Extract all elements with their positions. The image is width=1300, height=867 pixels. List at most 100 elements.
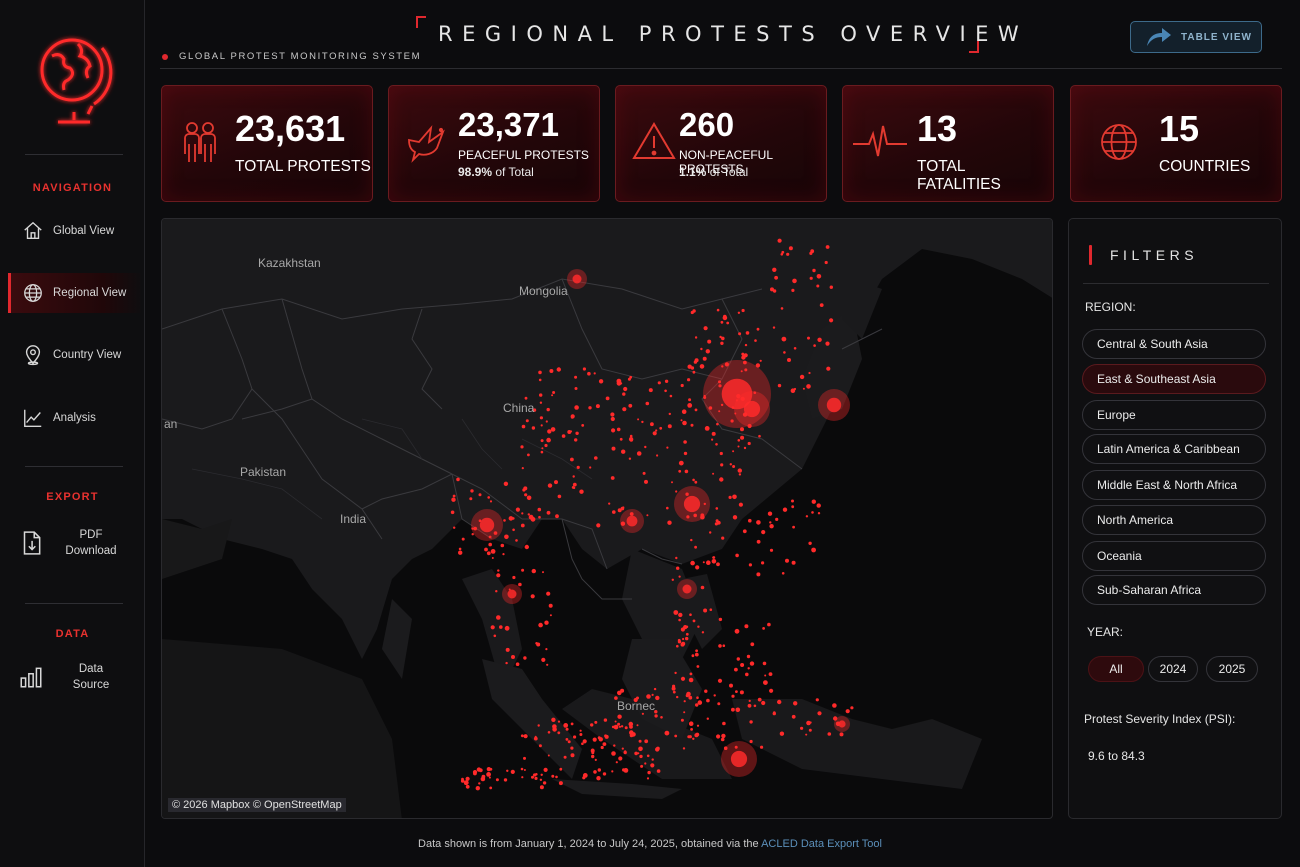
protest-point[interactable] [538,622,543,628]
nav-item-country-view[interactable]: Country View [8,335,143,375]
protest-point[interactable] [621,747,624,750]
protest-point[interactable] [604,734,608,738]
protest-point[interactable] [683,700,686,703]
protest-point[interactable] [591,751,595,755]
protest-point[interactable] [811,547,816,553]
protest-point[interactable] [737,439,741,442]
protest-point[interactable] [478,493,482,497]
map-attribution[interactable]: © 2026 Mapbox © OpenStreetMap [168,798,346,812]
protest-point[interactable] [692,737,695,740]
protest-point[interactable] [588,406,592,410]
protest-point[interactable] [839,732,844,737]
protest-point[interactable] [638,739,642,743]
protest-point[interactable] [614,720,617,723]
protest-point[interactable] [465,784,470,789]
protest-point[interactable] [592,737,597,742]
protest-point[interactable] [611,725,615,729]
protest-point[interactable] [769,524,774,529]
protest-point[interactable] [579,489,584,494]
protest-point[interactable] [689,613,692,616]
protest-point[interactable] [490,625,495,630]
protest-point[interactable] [622,768,626,772]
protest-point[interactable] [486,772,491,777]
protest-point[interactable] [695,703,699,707]
region-option-oceania[interactable]: Oceania [1082,541,1266,571]
protest-point[interactable] [629,725,633,729]
protest-point[interactable] [737,468,742,473]
protest-point[interactable] [690,560,695,566]
nav-item-global-view[interactable]: Global View [8,211,143,251]
protest-point[interactable] [616,427,621,432]
protest-point[interactable] [781,572,785,575]
protest-point[interactable] [617,690,622,696]
protest-point[interactable] [713,694,716,697]
protest-point[interactable] [623,750,627,755]
protest-point[interactable] [452,494,456,498]
protest-point[interactable] [535,642,538,645]
protest-point[interactable] [489,786,493,790]
protest-point[interactable] [629,438,634,442]
protest-point[interactable] [538,744,542,748]
protest-point[interactable] [579,729,582,732]
protest-point[interactable] [785,558,789,563]
protest-point[interactable] [611,428,616,433]
protest-point[interactable] [520,445,524,449]
protest-point[interactable] [499,625,503,629]
protest-point[interactable] [523,734,528,739]
protest-point[interactable] [636,451,642,456]
protest-point[interactable] [719,451,723,456]
protest-point[interactable] [829,318,834,323]
protest-point[interactable] [825,341,830,346]
protest-point[interactable] [574,438,578,442]
protest-point[interactable] [738,502,744,507]
protest-point[interactable] [676,644,679,648]
protest-point[interactable] [685,632,689,636]
protest-point[interactable] [742,529,747,534]
protest-point[interactable] [511,655,515,659]
protest-point[interactable] [775,517,779,521]
protest-point[interactable] [602,772,607,776]
protest-point[interactable] [676,695,679,699]
year-option-2024[interactable]: 2024 [1148,656,1198,682]
protest-point[interactable] [711,559,717,564]
protest-point[interactable] [811,511,814,514]
protest-point[interactable] [576,465,580,469]
protest-point[interactable] [503,481,509,486]
protest-point[interactable] [621,449,626,454]
protest-point[interactable] [718,644,722,648]
protest-point[interactable] [692,478,695,482]
protest-point[interactable] [651,758,654,761]
protest-point[interactable] [812,268,816,273]
protest-point[interactable] [540,424,543,427]
protest-point[interactable] [611,446,616,451]
protest-point[interactable] [453,526,456,529]
protest-point[interactable] [683,711,686,714]
protest-point[interactable] [674,734,678,738]
protest-point[interactable] [458,547,462,551]
protest-point[interactable] [555,775,558,779]
protest-point[interactable] [731,707,735,712]
protest-point[interactable] [720,341,724,345]
protest-point[interactable] [685,636,689,641]
protest-point[interactable] [450,510,455,515]
protest-point[interactable] [744,624,749,629]
protest-point[interactable] [526,495,532,501]
protest-point[interactable] [761,530,766,535]
protest-point[interactable] [720,320,724,324]
protest-point[interactable] [676,566,680,570]
protest-point[interactable] [600,745,604,750]
protest-point[interactable] [461,537,465,541]
protest-point[interactable] [806,384,811,389]
protest-point[interactable] [557,731,561,735]
protest-point[interactable] [694,733,699,738]
protest-point[interactable] [639,754,643,759]
protest-point[interactable] [777,699,782,705]
protest-point[interactable] [640,764,644,768]
protest-point[interactable] [605,396,610,401]
protest-point[interactable] [722,315,728,321]
protest-point[interactable] [473,771,477,775]
protest-point[interactable] [754,339,757,342]
protest-point[interactable] [541,657,546,662]
protest-point[interactable] [515,662,520,666]
protest-point[interactable] [488,542,493,547]
